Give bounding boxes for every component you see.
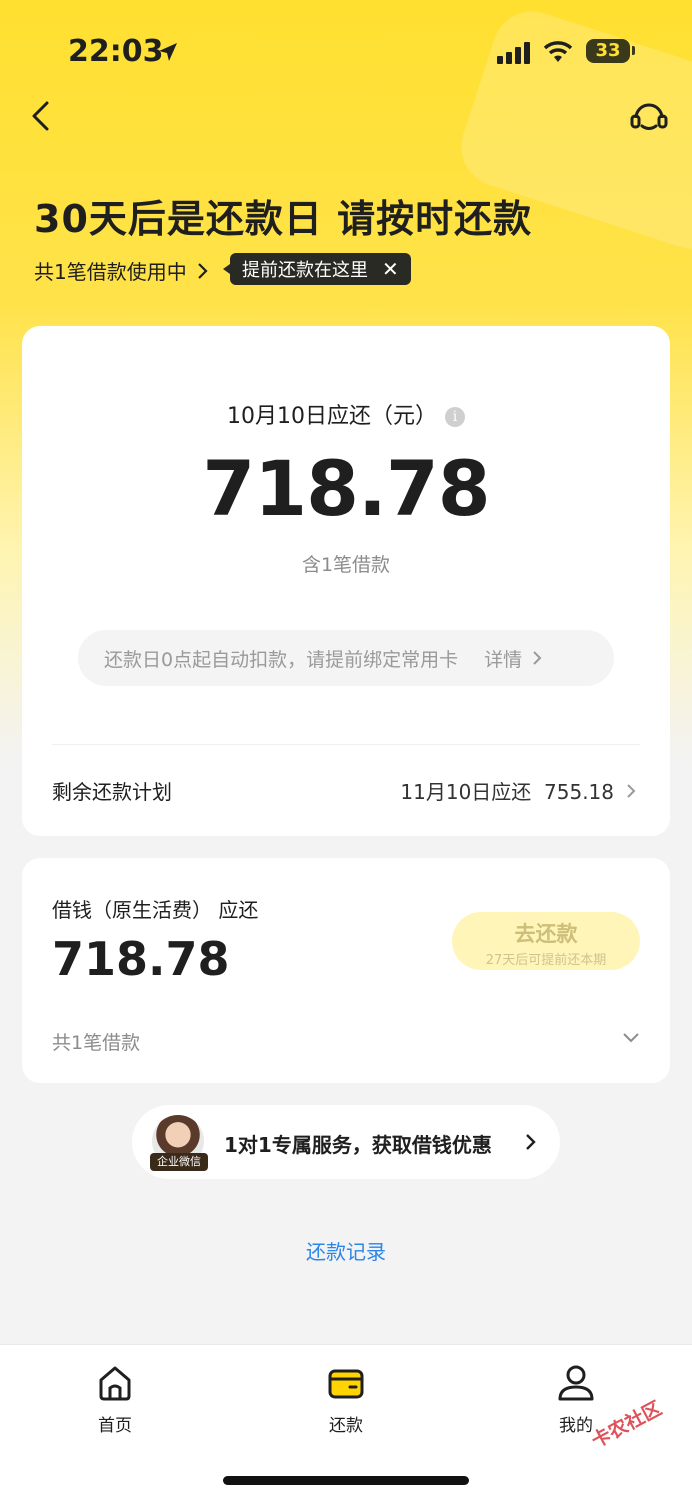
tab-repay-label: 还款 [329,1416,363,1436]
due-loan-count: 含1笔借款 [301,554,391,576]
wecom-tag: 企业微信 [150,1153,208,1171]
remaining-plan-label: 剩余还款计划 [52,780,172,804]
due-date-text: 10月10日应还（元） [227,404,437,429]
due-date-label: 10月10日应还（元） i [22,398,670,430]
tab-home[interactable]: 首页 [55,1363,175,1436]
divider [52,744,640,745]
wifi-icon [543,41,573,62]
autodebit-notice[interactable]: 还款日0点起自动扣款，请提前绑定常用卡 详情 [78,630,614,686]
home-icon [99,1366,131,1401]
back-icon[interactable] [26,100,58,132]
info-icon[interactable]: i [445,407,465,427]
battery-icon: 33 [586,39,630,63]
loan-product-label: 借钱（原生活费） 应还 [52,898,259,922]
tab-home-label: 首页 [98,1416,132,1436]
repayment-records-link[interactable]: 还款记录 [0,1236,692,1265]
status-bar: 22:03 33 [0,0,692,100]
chevron-right-icon [526,1134,536,1150]
notice-detail-link[interactable]: 详情 [484,645,548,672]
chevron-right-icon [627,783,636,798]
loan-card-count: 共1笔借款 [52,1032,141,1054]
remaining-plan-value: 11月10日应还 755.18 [400,780,614,804]
due-card: 10月10日应还（元） i 718.78 含1笔借款 还款日0点起自动扣款，请提前… [22,326,670,836]
chevron-right-icon [533,651,542,665]
location-arrow-icon [159,43,177,61]
loan-amount: 718.78 [52,932,230,986]
status-time: 22:03 [68,34,164,69]
user-icon [558,1365,594,1401]
exclusive-service-banner[interactable]: 企业微信 1对1专属服务，获取借钱优惠 [132,1105,560,1179]
chevron-down-icon[interactable] [622,1030,640,1044]
prepay-tooltip-text: 提前还款在这里 [242,260,368,281]
signal-icon [497,42,530,64]
notice-detail-label: 详情 [484,648,523,671]
loan-card: 借钱（原生活费） 应还 718.78 去还款 27天后可提前还本期 共1笔借款 [22,858,670,1083]
due-amount: 718.78 [202,444,490,533]
page-headline: 30天后是还款日 请按时还款 [34,197,533,241]
customer-service-icon[interactable] [628,96,670,138]
repay-button[interactable]: 去还款 27天后可提前还本期 [452,912,640,970]
repay-button-sub: 27天后可提前还本期 [485,953,607,968]
prepay-tooltip[interactable]: 提前还款在这里 ✕ [223,253,411,285]
wallet-icon [328,1369,364,1399]
close-icon[interactable]: ✕ [382,259,399,279]
home-indicator [223,1476,469,1485]
chevron-right-icon [197,262,208,279]
service-banner-text: 1对1专属服务，获取借钱优惠 [224,1133,492,1157]
battery-tip [632,46,635,55]
loan-count-label: 共1笔借款使用中 [34,260,187,284]
autodebit-notice-text: 还款日0点起自动扣款，请提前绑定常用卡 [104,648,459,671]
remaining-plan-link[interactable]: 11月10日应还 755.18 [400,776,638,805]
repay-button-label: 去还款 [514,922,578,946]
tab-repay[interactable]: 还款 [286,1363,406,1436]
loan-count-link[interactable]: 共1笔借款使用中 [34,256,209,285]
